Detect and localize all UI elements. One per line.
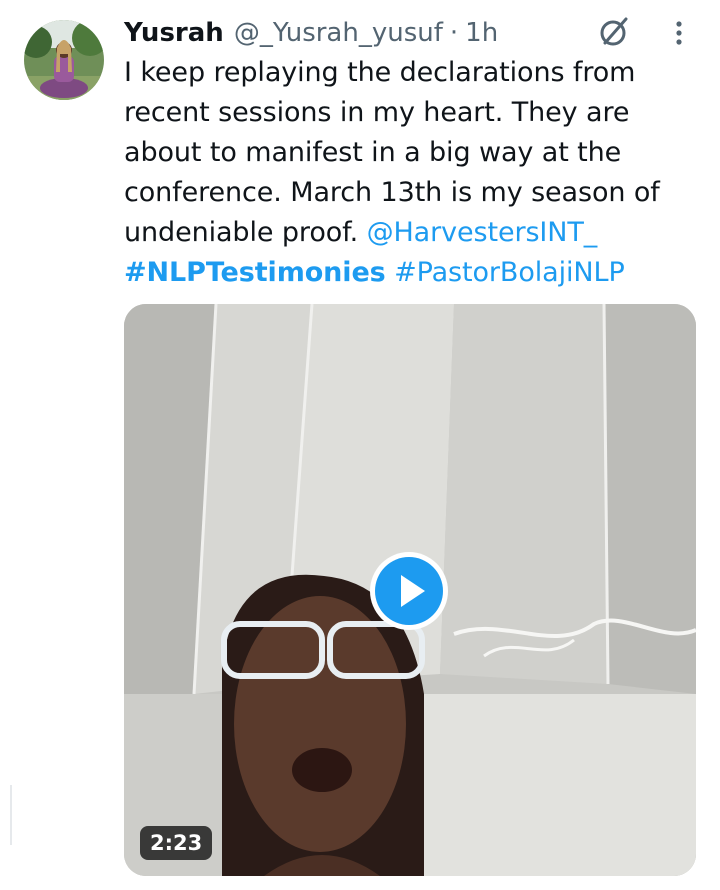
play-icon-circle: [375, 557, 443, 625]
tweet-time[interactable]: 1h: [465, 18, 498, 48]
separator-dot: ·: [449, 18, 459, 48]
mention-link[interactable]: @HarvestersINT_: [367, 217, 598, 248]
video-duration-badge: 2:23: [140, 826, 213, 860]
tweet-text: I keep replaying the declarations from r…: [124, 53, 704, 293]
hashtag-link-2[interactable]: #PastorBolajiNLP: [394, 257, 625, 288]
hashtag-link-1[interactable]: #NLPTestimonies: [124, 257, 386, 288]
avatar[interactable]: [24, 20, 104, 100]
tweet-header: Yusrah @_Yusrah_yusuf · 1h: [124, 14, 498, 52]
author-name[interactable]: Yusrah: [124, 18, 224, 48]
author-handle[interactable]: @_Yusrah_yusuf: [234, 18, 443, 48]
thread-divider: [10, 785, 12, 845]
play-button[interactable]: [370, 552, 448, 630]
play-icon: [401, 575, 425, 607]
profile-photo-icon: [24, 20, 104, 100]
more-options-icon[interactable]: [664, 16, 694, 50]
video-player[interactable]: 2:23: [124, 304, 696, 876]
tweet[interactable]: Yusrah @_Yusrah_yusuf · 1h I keep replay…: [0, 0, 720, 890]
grok-icon[interactable]: [596, 14, 632, 50]
